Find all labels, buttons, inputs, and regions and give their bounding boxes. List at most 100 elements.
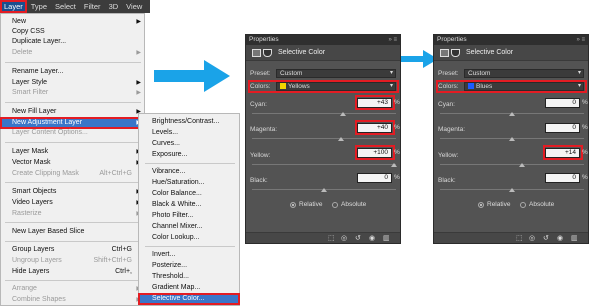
cyan-input[interactable]: 0 bbox=[545, 98, 580, 108]
colors-dropdown[interactable]: Yellows ▾ bbox=[276, 82, 396, 91]
menu-item-rename-layer[interactable]: Rename Layer... bbox=[1, 67, 144, 77]
menu-item-layer-content-options[interactable]: Layer Content Options... bbox=[1, 128, 144, 138]
submenu-item-selective-color[interactable]: Selective Color... bbox=[138, 293, 240, 305]
cyan-slider[interactable] bbox=[252, 113, 396, 114]
panel-menu-icon[interactable]: » ≡ bbox=[388, 35, 397, 45]
chevron-down-icon: ▾ bbox=[389, 83, 393, 89]
preset-dropdown[interactable]: Custom ▾ bbox=[464, 69, 584, 78]
yellow-slider-handle[interactable] bbox=[519, 163, 525, 167]
menu-item-shortcut: Shift+Ctrl+G bbox=[93, 257, 132, 264]
black-label: Black: bbox=[250, 177, 268, 184]
menu-item-group-layers[interactable]: Group Layers Ctrl+G bbox=[1, 245, 144, 255]
black-slider-handle[interactable] bbox=[509, 188, 515, 192]
menu-item-smart-objects[interactable]: Smart Objects▶ bbox=[1, 187, 144, 197]
magenta-input[interactable]: +40 bbox=[357, 123, 392, 133]
menu-item-vector-mask[interactable]: Vector Mask▶ bbox=[1, 158, 144, 168]
radio-unselected-icon bbox=[520, 201, 526, 208]
menu-item-new-fill-layer[interactable]: New Fill Layer ▶ bbox=[1, 107, 144, 117]
chevron-down-icon: ▾ bbox=[577, 70, 581, 76]
submenu-item-threshold[interactable]: Threshold... bbox=[139, 272, 239, 282]
menu-item-layer-mask[interactable]: Layer Mask▶ bbox=[1, 147, 144, 157]
black-input[interactable]: 0 bbox=[545, 173, 580, 183]
menubar-item-type[interactable]: Type bbox=[27, 0, 51, 13]
view-previous-icon[interactable]: ◎ bbox=[341, 235, 347, 242]
absolute-radio[interactable]: Absolute bbox=[520, 201, 554, 208]
panel-footer: ⬚ ◎ ↺ ◉ ▥ bbox=[246, 232, 400, 243]
clip-to-layer-icon[interactable]: ⬚ bbox=[516, 235, 523, 242]
menu-item-combine-shapes[interactable]: Combine Shapes▶ bbox=[1, 295, 144, 305]
yellow-slider-handle[interactable] bbox=[391, 163, 397, 167]
absolute-radio[interactable]: Absolute bbox=[332, 201, 366, 208]
view-previous-icon[interactable]: ◎ bbox=[529, 235, 535, 242]
submenu-item-color-lookup[interactable]: Color Lookup... bbox=[139, 233, 239, 243]
black-slider-handle[interactable] bbox=[321, 188, 327, 192]
submenu-item-posterize[interactable]: Posterize... bbox=[139, 261, 239, 271]
preset-dropdown[interactable]: Custom ▾ bbox=[276, 69, 396, 78]
menu-item-video-layers[interactable]: Video Layers▶ bbox=[1, 198, 144, 208]
menu-item-new[interactable]: New ▶ bbox=[1, 17, 144, 27]
trash-icon[interactable]: ▥ bbox=[571, 235, 578, 242]
menu-item-delete[interactable]: Delete ▶ bbox=[1, 48, 144, 58]
submenu-item-curves[interactable]: Curves... bbox=[139, 139, 239, 149]
mask-icon[interactable] bbox=[263, 48, 272, 57]
submenu-item-black-white[interactable]: Black & White... bbox=[139, 200, 239, 210]
reset-icon[interactable]: ↺ bbox=[543, 235, 549, 242]
menubar-item-3d[interactable]: 3D bbox=[105, 0, 123, 13]
menu-item-hide-layers[interactable]: Hide Layers Ctrl+, bbox=[1, 267, 144, 277]
cyan-slider-handle[interactable] bbox=[509, 112, 515, 116]
trash-icon[interactable]: ▥ bbox=[383, 235, 390, 242]
submenu-item-color-balance[interactable]: Color Balance... bbox=[139, 189, 239, 199]
relative-radio[interactable]: Relative bbox=[290, 201, 322, 208]
colors-dropdown[interactable]: Blues ▾ bbox=[464, 82, 584, 91]
submenu-item-invert[interactable]: Invert... bbox=[139, 250, 239, 260]
panel-title-bar: Properties » ≡ bbox=[434, 35, 588, 45]
panel-menu-icon[interactable]: » ≡ bbox=[576, 35, 585, 45]
clip-to-layer-icon[interactable]: ⬚ bbox=[328, 235, 335, 242]
menu-item-smart-filter[interactable]: Smart Filter ▶ bbox=[1, 88, 144, 98]
submenu-item-channel-mixer[interactable]: Channel Mixer... bbox=[139, 222, 239, 232]
menu-item-layer-style[interactable]: Layer Style ▶ bbox=[1, 78, 144, 88]
cyan-slider-handle[interactable] bbox=[340, 112, 346, 116]
menubar-item-view[interactable]: View bbox=[122, 0, 146, 13]
yellow-input[interactable]: +100 bbox=[357, 148, 392, 158]
mask-icon[interactable] bbox=[451, 48, 460, 57]
menu-item-label: Smart Objects bbox=[12, 188, 57, 195]
visibility-eye-icon[interactable]: ◉ bbox=[557, 235, 563, 242]
submenu-item-levels[interactable]: Levels... bbox=[139, 128, 239, 138]
magenta-input[interactable]: 0 bbox=[545, 123, 580, 133]
menu-item-new-adjustment-layer[interactable]: New Adjustment Layer▶ bbox=[0, 117, 145, 129]
menubar-item-select[interactable]: Select bbox=[51, 0, 80, 13]
menu-item-arrange[interactable]: Arrange▶ bbox=[1, 284, 144, 294]
submenu-item-exposure[interactable]: Exposure... bbox=[139, 150, 239, 160]
menubar-item-layer[interactable]: Layer bbox=[0, 0, 27, 13]
menu-item-duplicate-layer[interactable]: Duplicate Layer... bbox=[1, 37, 144, 47]
color-swatch bbox=[280, 83, 286, 90]
visibility-eye-icon[interactable]: ◉ bbox=[369, 235, 375, 242]
yellow-slider[interactable] bbox=[252, 164, 396, 165]
color-swatch bbox=[468, 83, 474, 90]
menu-item-ungroup-layers[interactable]: Ungroup Layers Shift+Ctrl+G bbox=[1, 256, 144, 266]
chevron-right-icon: ▶ bbox=[136, 80, 141, 86]
colors-label: Colors: bbox=[250, 83, 271, 90]
cyan-input[interactable]: +43 bbox=[357, 98, 392, 108]
submenu-item-brightness-contrast[interactable]: Brightness/Contrast... bbox=[139, 117, 239, 127]
menu-item-copy-css[interactable]: Copy CSS bbox=[1, 27, 144, 37]
magenta-slider[interactable] bbox=[252, 138, 396, 139]
cyan-label: Cyan: bbox=[250, 101, 267, 108]
menu-separator bbox=[5, 102, 141, 103]
magenta-slider-handle[interactable] bbox=[338, 137, 344, 141]
submenu-item-photo-filter[interactable]: Photo Filter... bbox=[139, 211, 239, 221]
relative-radio[interactable]: Relative bbox=[478, 201, 510, 208]
submenu-item-hue-saturation[interactable]: Hue/Saturation... bbox=[139, 178, 239, 188]
yellow-input[interactable]: +14 bbox=[545, 148, 580, 158]
yellow-slider[interactable] bbox=[440, 164, 584, 165]
menu-item-rasterize[interactable]: Rasterize▶ bbox=[1, 209, 144, 219]
reset-icon[interactable]: ↺ bbox=[355, 235, 361, 242]
submenu-item-gradient-map[interactable]: Gradient Map... bbox=[139, 283, 239, 293]
menubar-item-filter[interactable]: Filter bbox=[80, 0, 105, 13]
menu-item-create-clipping-mask[interactable]: Create Clipping Mask Alt+Ctrl+G bbox=[1, 169, 144, 179]
submenu-item-vibrance[interactable]: Vibrance... bbox=[139, 167, 239, 177]
black-input[interactable]: 0 bbox=[357, 173, 392, 183]
magenta-slider-handle[interactable] bbox=[509, 137, 515, 141]
menu-item-new-layer-based-slice[interactable]: New Layer Based Slice bbox=[1, 227, 144, 237]
